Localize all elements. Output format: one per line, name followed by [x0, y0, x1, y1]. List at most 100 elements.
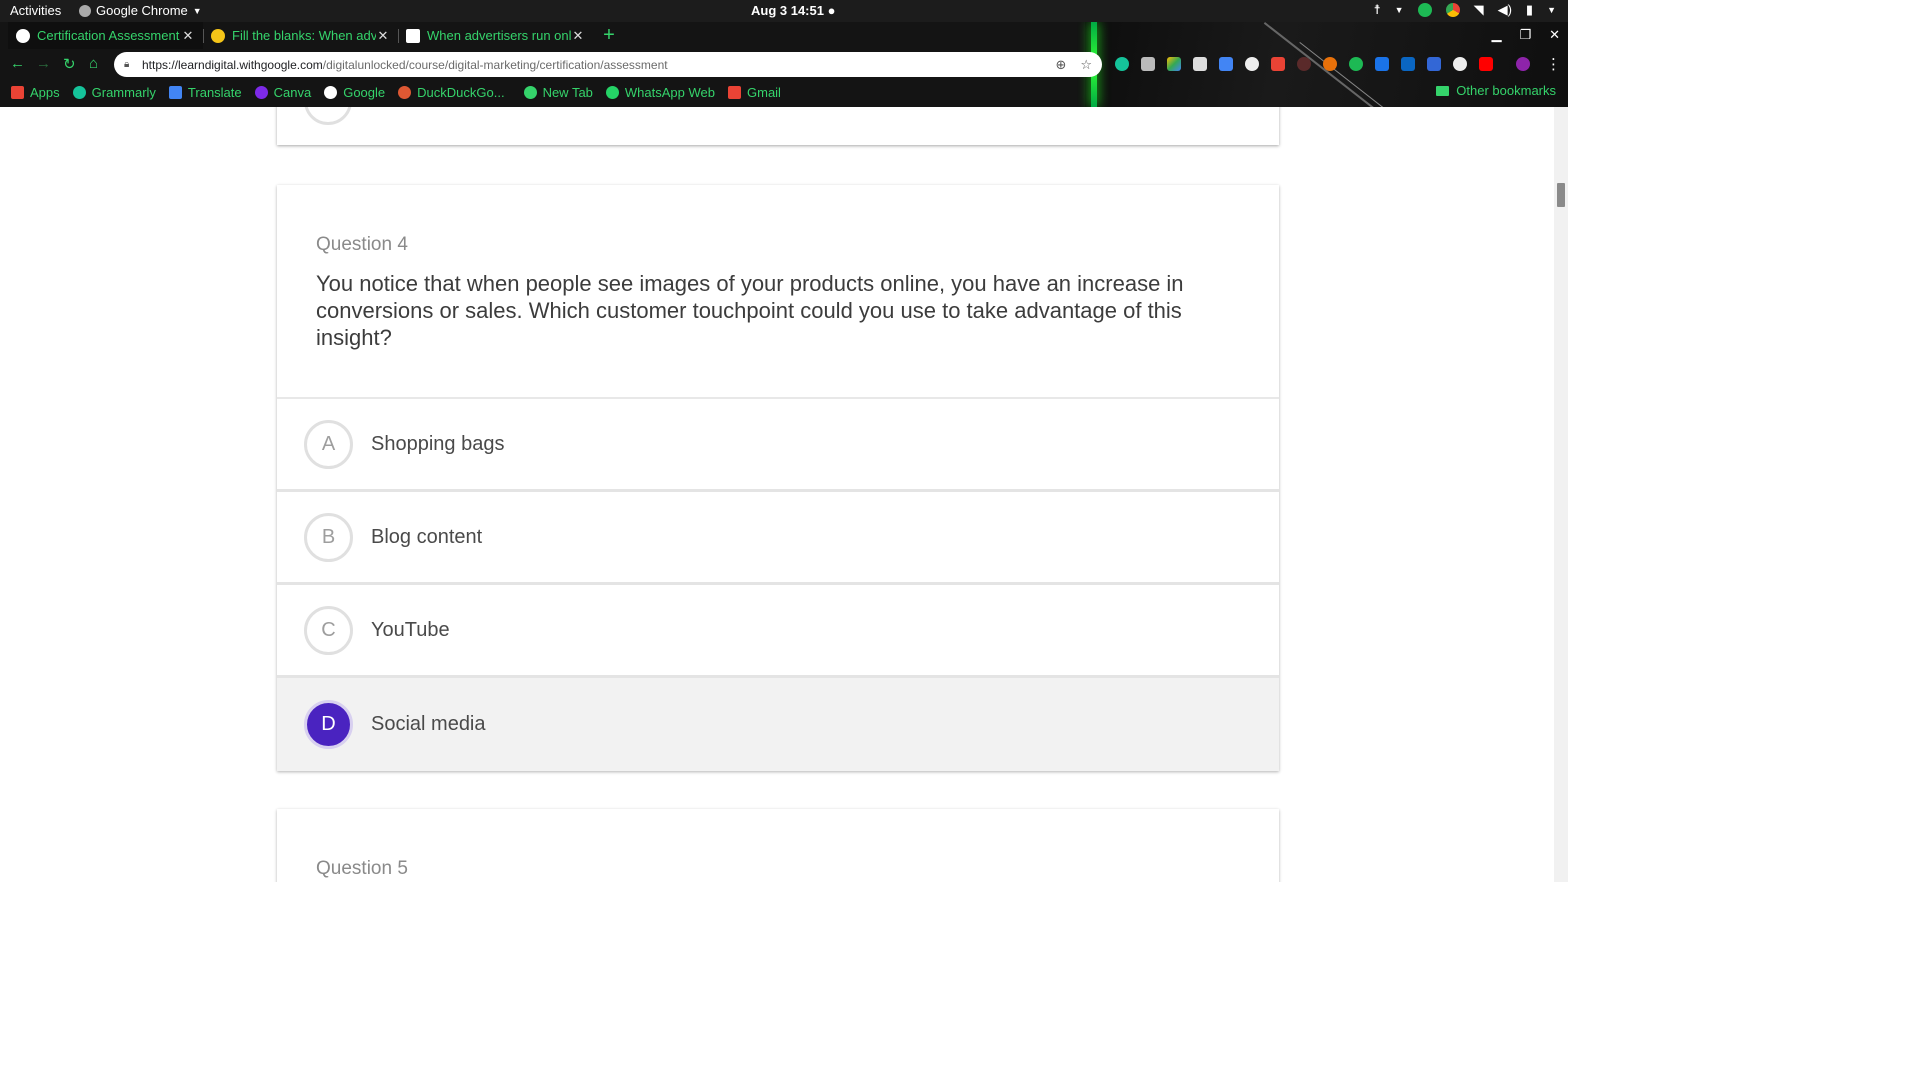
forward-arrow-icon[interactable]: →: [36, 55, 51, 72]
calendar-extension-icon[interactable]: [1219, 57, 1233, 71]
google-favicon-icon: [16, 28, 30, 43]
chevron-down-icon[interactable]: ▼: [1547, 5, 1556, 15]
s-extension-icon[interactable]: [1375, 57, 1389, 71]
bookmark-duckduckgo[interactable]: DuckDuckGo...: [398, 85, 505, 100]
tab-fill-the-blanks[interactable]: Fill the blanks: When adve ✕: [203, 22, 398, 49]
bookmark-label: Grammarly: [91, 84, 156, 100]
bookmark-label: Apps: [30, 84, 60, 100]
brainly-favicon-icon: [406, 28, 420, 43]
grammarly-icon: [72, 85, 86, 99]
kebab-menu-icon[interactable]: ⋮: [1546, 55, 1561, 73]
close-window-icon[interactable]: ✕: [1549, 27, 1560, 43]
linkedin-extension-icon[interactable]: [1401, 57, 1415, 71]
bookmark-label: Gmail: [747, 84, 781, 100]
navigation-bar: ← → ↻ ⌂ 🔒︎ https://learndigital.withgoog…: [0, 52, 1568, 78]
previous-question-card: [277, 107, 1279, 145]
option-letter-circle[interactable]: [304, 107, 352, 125]
option-letter: B: [304, 512, 353, 562]
bookmark-google[interactable]: Google: [324, 85, 385, 100]
duckduckgo-icon: [398, 85, 412, 99]
clock-label: Aug 3 14:51: [751, 3, 824, 18]
bookmark-label: Translate: [187, 84, 242, 100]
bookmark-gmail[interactable]: Gmail: [728, 85, 781, 100]
option-text: Shopping bags: [371, 432, 505, 455]
page-content: Question 4 You notice that when people s…: [0, 107, 1568, 882]
other-bookmarks[interactable]: Other bookmarks: [1436, 83, 1556, 98]
chat-extension-icon[interactable]: [1349, 57, 1363, 71]
orange-extension-icon[interactable]: [1323, 57, 1337, 71]
grammarly-extension-icon[interactable]: [1115, 57, 1129, 71]
wifi-icon[interactable]: ◥: [1474, 2, 1484, 18]
gmail-extension-icon[interactable]: [1271, 57, 1285, 71]
tab-title: Fill the blanks: When adve: [232, 28, 376, 43]
keep-extension-icon[interactable]: [1141, 57, 1155, 71]
timer-extension-icon[interactable]: [1453, 57, 1467, 71]
answer-option-d[interactable]: D Social media: [277, 678, 1279, 771]
battery-icon[interactable]: ▮: [1526, 2, 1533, 18]
scrollbar-thumb[interactable]: [1557, 183, 1565, 207]
volume-icon[interactable]: ◀): [1498, 2, 1512, 18]
bookmark-grammarly[interactable]: Grammarly: [72, 84, 156, 100]
answer-option-b[interactable]: B Blog content: [277, 492, 1279, 585]
bookmark-apps[interactable]: Apps: [11, 85, 60, 100]
url-host: https://learndigital.withgoogle.com: [142, 57, 323, 72]
browser-frame: Certification Assessment ✕ Fill the blan…: [0, 22, 1568, 107]
bookmark-label: WhatsApp Web: [624, 84, 715, 100]
page-scrollbar[interactable]: [1554, 107, 1568, 882]
chrome-icon[interactable]: [1445, 3, 1460, 17]
question-number: Question 5: [316, 858, 408, 879]
close-tab-icon[interactable]: ✕: [571, 28, 585, 44]
tab-when-advertisers[interactable]: When advertisers run onl ✕: [398, 22, 593, 49]
bookmark-star-icon[interactable]: ☆: [1080, 57, 1092, 73]
close-tab-icon[interactable]: ✕: [376, 28, 390, 44]
url-text: https://learndigital.withgoogle.com/digi…: [142, 58, 668, 72]
answer-option-c[interactable]: C YouTube: [277, 585, 1279, 678]
window-controls: ▁ ❐ ✕: [1491, 27, 1560, 43]
activities-button[interactable]: Activities: [10, 3, 61, 18]
answer-option-a[interactable]: A Shopping bags: [277, 399, 1279, 492]
question-card: Question 4 You notice that when people s…: [277, 185, 1279, 771]
bookmarks-bar: Apps Grammarly Translate Canva Google Du…: [0, 81, 1568, 103]
tab-strip: Certification Assessment ✕ Fill the blan…: [8, 22, 621, 49]
zoom-icon[interactable]: ⊕: [1055, 57, 1066, 73]
youtube-extension-icon[interactable]: [1479, 57, 1493, 71]
option-text: Blog content: [371, 525, 483, 548]
bulb-favicon-icon: [211, 28, 225, 43]
home-icon[interactable]: ⌂: [89, 55, 98, 72]
back-arrow-icon[interactable]: ←: [10, 55, 25, 72]
restore-icon[interactable]: ❐: [1519, 27, 1531, 43]
speed-extension-icon[interactable]: [1245, 57, 1259, 71]
apps-grid-icon: [11, 85, 24, 99]
bookmark-canva[interactable]: Canva: [254, 84, 312, 100]
mail-extension-icon[interactable]: [1193, 57, 1207, 71]
lock-icon[interactable]: 🔒︎: [124, 59, 134, 70]
drive-extension-icon[interactable]: [1167, 57, 1181, 71]
k-extension-icon[interactable]: [1297, 57, 1311, 71]
close-tab-icon[interactable]: ✕: [181, 28, 195, 44]
bookmark-translate[interactable]: Translate: [168, 84, 242, 100]
globe-icon: [523, 85, 537, 99]
new-tab-button[interactable]: +: [597, 22, 621, 49]
option-text: Social media: [371, 713, 486, 735]
whatsapp-icon: [605, 85, 619, 99]
bookmark-new-tab[interactable]: New Tab: [523, 85, 593, 100]
app-menu[interactable]: Google Chrome ▼: [79, 3, 202, 18]
system-tray[interactable]: ☨ ▼ ◥ ◀) ▮ ▼: [1374, 2, 1556, 18]
accessibility-icon[interactable]: ☨: [1374, 2, 1381, 18]
translate-icon: [168, 85, 182, 99]
minimize-icon[interactable]: ▁: [1491, 27, 1501, 43]
hangouts-icon[interactable]: [1417, 3, 1432, 17]
option-letter: C: [304, 605, 353, 655]
profile-avatar[interactable]: [1516, 57, 1530, 71]
triangle-extension-icon[interactable]: [1427, 57, 1441, 71]
url-path: /digitalunlocked/course/digital-marketin…: [322, 57, 668, 72]
bookmark-label: Canva: [273, 84, 312, 100]
tab-certification-assessment[interactable]: Certification Assessment ✕: [8, 22, 203, 49]
chrome-app-icon: [79, 4, 91, 17]
option-letter: D: [304, 700, 353, 749]
chevron-down-icon[interactable]: ▼: [1395, 5, 1404, 15]
reload-icon[interactable]: ↻: [63, 55, 76, 73]
bookmark-whatsapp[interactable]: WhatsApp Web: [605, 84, 715, 100]
address-bar[interactable]: 🔒︎ https://learndigital.withgoogle.com/d…: [114, 52, 1102, 77]
clock[interactable]: Aug 3 14:51 ●: [751, 3, 835, 18]
